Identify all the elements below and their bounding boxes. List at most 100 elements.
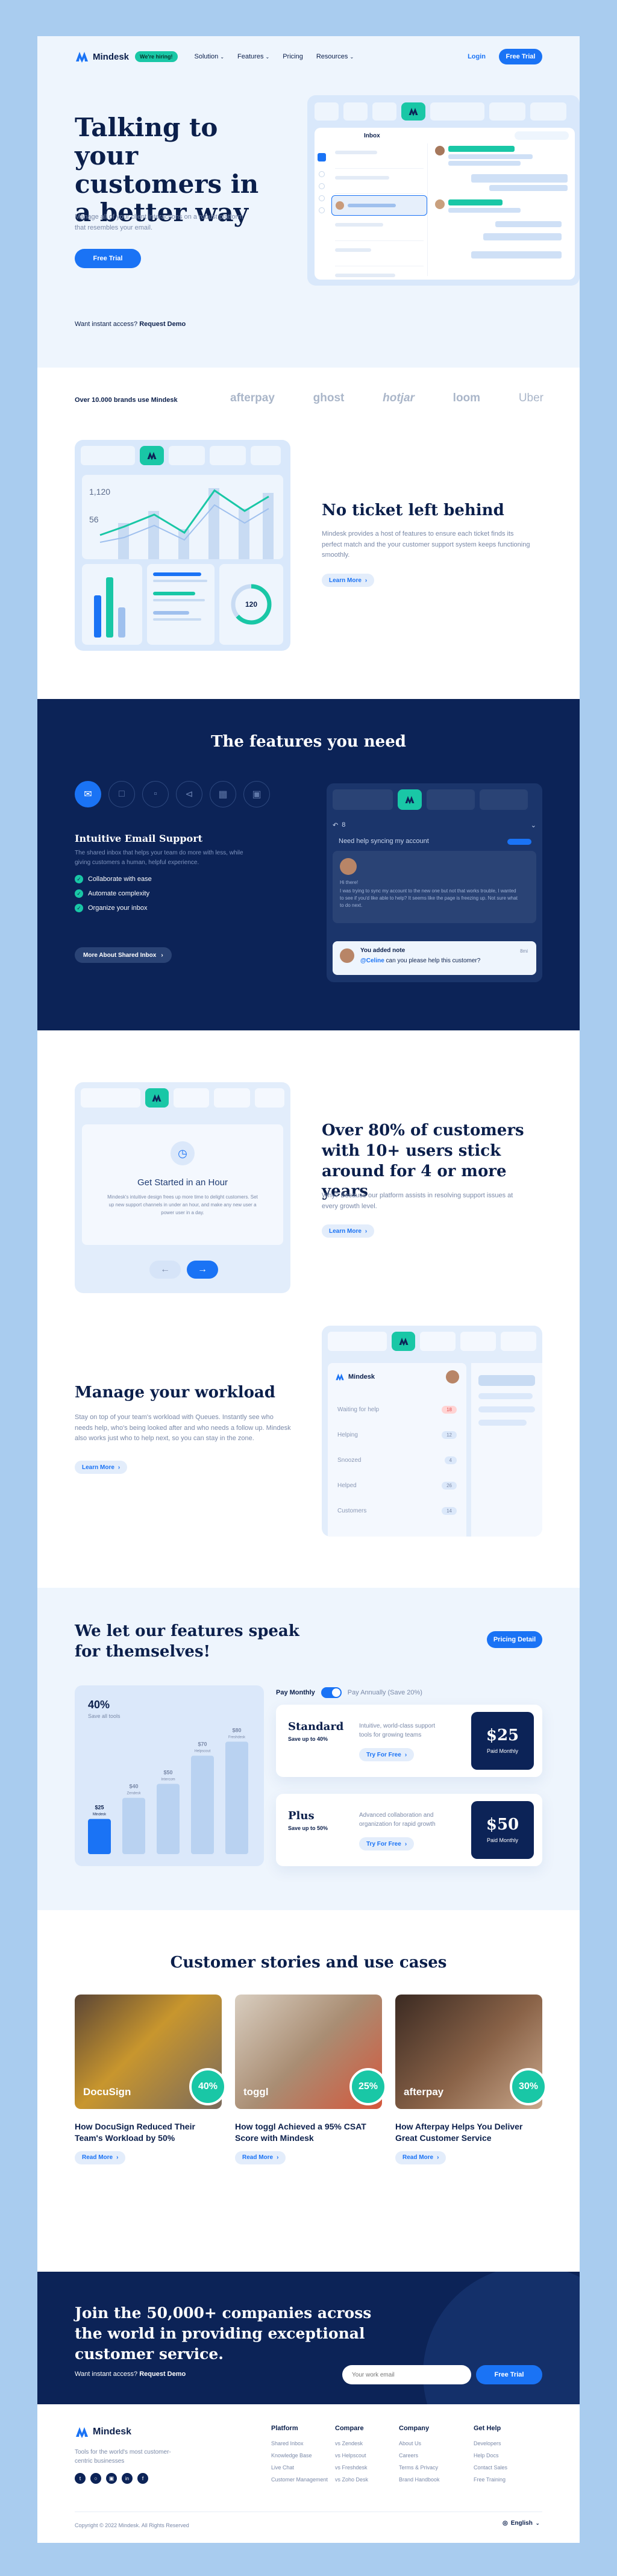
footer-link[interactable]: vs Zendesk [335, 2440, 399, 2446]
social-links: t ○ ▣ in f [75, 2473, 148, 2484]
footer-link[interactable]: Contact Sales [474, 2465, 528, 2471]
footer-link[interactable]: Brand Handbook [399, 2477, 474, 2483]
footer-col-help: Get Help Developers Help Docs Contact Sa… [474, 2425, 528, 2483]
check-icon: ✓ [75, 904, 83, 912]
workload-learn-more[interactable]: Learn More › [75, 1461, 128, 1474]
features-desc: The shared inbox that helps your team do… [75, 850, 243, 866]
footer-link[interactable]: vs Zoho Desk [335, 2477, 399, 2483]
footer-link[interactable]: Customer Management [271, 2477, 335, 2483]
features-checklist: ✓ Collaborate with ease ✓ Automate complex… [75, 875, 152, 912]
story-brand-logo: DocuSign [83, 2086, 131, 2098]
queue-item[interactable]: Helped 26 [337, 1473, 457, 1498]
hiring-badge[interactable]: We're hiring! [135, 51, 178, 62]
plan-try-button[interactable]: Try For Free › [359, 1748, 415, 1761]
language-selector[interactable]: ◎ English ⌄ [503, 2520, 540, 2527]
request-demo-link[interactable]: Request Demo [139, 321, 186, 328]
bar-chart-card [82, 564, 142, 645]
nav-free-trial-button[interactable]: Free Trial [499, 49, 542, 64]
nav-item-solution[interactable]: Solution ⌄ [195, 53, 225, 60]
next-button[interactable]: → [187, 1261, 218, 1279]
brand-logo[interactable]: Mindesk [75, 49, 129, 64]
note-time: 8mi [520, 948, 528, 954]
story-read-more[interactable]: Read More › [235, 2151, 286, 2164]
footer-link[interactable]: Developers [474, 2440, 528, 2446]
price-bar-label: Zendesk [127, 1792, 141, 1796]
pay-annually-label[interactable]: Pay Annually (Save 20%) [348, 1689, 422, 1696]
queue-item[interactable]: Customers 14 [337, 1498, 457, 1523]
story-title[interactable]: How toggl Achieved a 95% CSAT Score with… [235, 2121, 382, 2144]
footer-link[interactable]: Terms & Privacy [399, 2465, 474, 2471]
chevron-down-icon: ⌄ [349, 54, 354, 60]
queue-item[interactable]: Waiting for help 18 [337, 1397, 457, 1422]
cta-request-demo-link[interactable]: Request Demo [139, 2371, 186, 2378]
check-item: ✓ Automate complexity [75, 889, 152, 898]
plan-price-box: $50 Paid Monthly [471, 1801, 534, 1859]
footer-link[interactable]: Shared Inbox [271, 2440, 335, 2446]
inbox-tab-icon[interactable]: ✉ [75, 781, 101, 807]
footer-link[interactable]: Free Training [474, 2477, 528, 2483]
footer-col-compare: Compare vs Zendesk vs Helpscout vs Fresh… [335, 2425, 399, 2483]
story-title[interactable]: How DocuSign Reduced Their Team's Worklo… [75, 2121, 222, 2144]
nav-icon [319, 171, 325, 177]
clock-icon: ◷ [171, 1141, 195, 1165]
footer-link[interactable]: Knowledge Base [271, 2452, 335, 2458]
linkedin-icon[interactable]: in [122, 2473, 133, 2484]
nav-icon [319, 207, 325, 213]
story-read-more[interactable]: Read More › [75, 2151, 126, 2164]
stats-learn-more[interactable]: Learn More › [322, 1224, 375, 1238]
login-link[interactable]: Login [468, 53, 486, 60]
reply-bubble [495, 221, 562, 227]
cta-free-trial-button[interactable]: Free Trial [476, 2365, 542, 2384]
dribbble-icon[interactable]: ○ [90, 2473, 101, 2484]
plan-try-button[interactable]: Try For Free › [359, 1837, 415, 1851]
hero-free-trial-button[interactable]: Free Trial [75, 249, 141, 268]
price-bar [225, 1741, 248, 1854]
billing-toggle-switch[interactable] [321, 1687, 342, 1698]
list-tab-icon[interactable]: ▦ [210, 781, 236, 807]
instagram-icon[interactable]: ▣ [106, 2473, 117, 2484]
mail-tab-icon[interactable]: ▫ [142, 781, 169, 807]
gauge-value: 120 [245, 600, 258, 609]
chat-tab-icon[interactable]: □ [108, 781, 135, 807]
check-icon: ✓ [75, 889, 83, 898]
story-read-more[interactable]: Read More › [395, 2151, 446, 2164]
price-bar-value: $80 [232, 1727, 241, 1733]
nav-item-resources[interactable]: Resources ⌄ [316, 53, 354, 60]
prev-button[interactable]: ← [149, 1261, 181, 1279]
pay-monthly-label[interactable]: Pay Monthly [276, 1689, 315, 1696]
work-email-input[interactable] [342, 2365, 471, 2384]
story-card[interactable]: toggl 25% How toggl Achieved a 95% CSAT … [235, 1995, 387, 2164]
footer-link[interactable]: About Us [399, 2440, 474, 2446]
facebook-icon[interactable]: f [137, 2473, 148, 2484]
footer-link[interactable]: Live Chat [271, 2465, 335, 2471]
nav-item-features[interactable]: Features ⌄ [237, 53, 269, 60]
plan-desc: Intuitive, world-class support tools for… [359, 1723, 436, 1738]
shared-inbox-button[interactable]: More About Shared Inbox › [75, 947, 172, 963]
image-tab-icon[interactable]: ▣ [243, 781, 270, 807]
footer-brand[interactable]: Mindesk [75, 2425, 131, 2439]
story-card[interactable]: DocuSign 40% How DocuSign Reduced Their … [75, 1995, 227, 2164]
footer-link[interactable]: vs Freshdesk [335, 2465, 399, 2471]
price-bar-value: $70 [198, 1741, 207, 1747]
features-title: The features you need [211, 733, 406, 751]
share-tab-icon[interactable]: ⊲ [176, 781, 202, 807]
footer-link[interactable]: vs Helpscout [335, 2452, 399, 2458]
analytics-mockup: 1,120 56 120 [75, 440, 290, 651]
story-card[interactable]: afterpay 30% How Afterpay Helps You Deli… [395, 1995, 547, 2164]
price-bar-value: $25 [95, 1805, 104, 1811]
footer-col-platform: Platform Shared Inbox Knowledge Base Liv… [271, 2425, 335, 2483]
nav-item-pricing[interactable]: Pricing [283, 53, 303, 60]
footer-link[interactable]: Help Docs [474, 2452, 528, 2458]
twitter-icon[interactable]: t [75, 2473, 86, 2484]
app-logo-icon [398, 789, 422, 810]
navbar: Mindesk We're hiring! Solution ⌄ Feature… [37, 36, 580, 77]
pricing-detail-button[interactable]: Pricing Detail [487, 1631, 542, 1648]
footer-link[interactable]: Careers [399, 2452, 474, 2458]
story-title[interactable]: How Afterpay Helps You Deliver Great Cus… [395, 2121, 542, 2144]
queue-count: 4 [444, 1456, 457, 1464]
loom-logo: loom [453, 392, 481, 404]
queue-item[interactable]: Snoozed 4 [337, 1447, 457, 1473]
queue-item[interactable]: Helping 12 [337, 1422, 457, 1447]
price-bar-label: Helpscout [195, 1750, 211, 1753]
ticket-learn-more[interactable]: Learn More › [322, 574, 375, 587]
